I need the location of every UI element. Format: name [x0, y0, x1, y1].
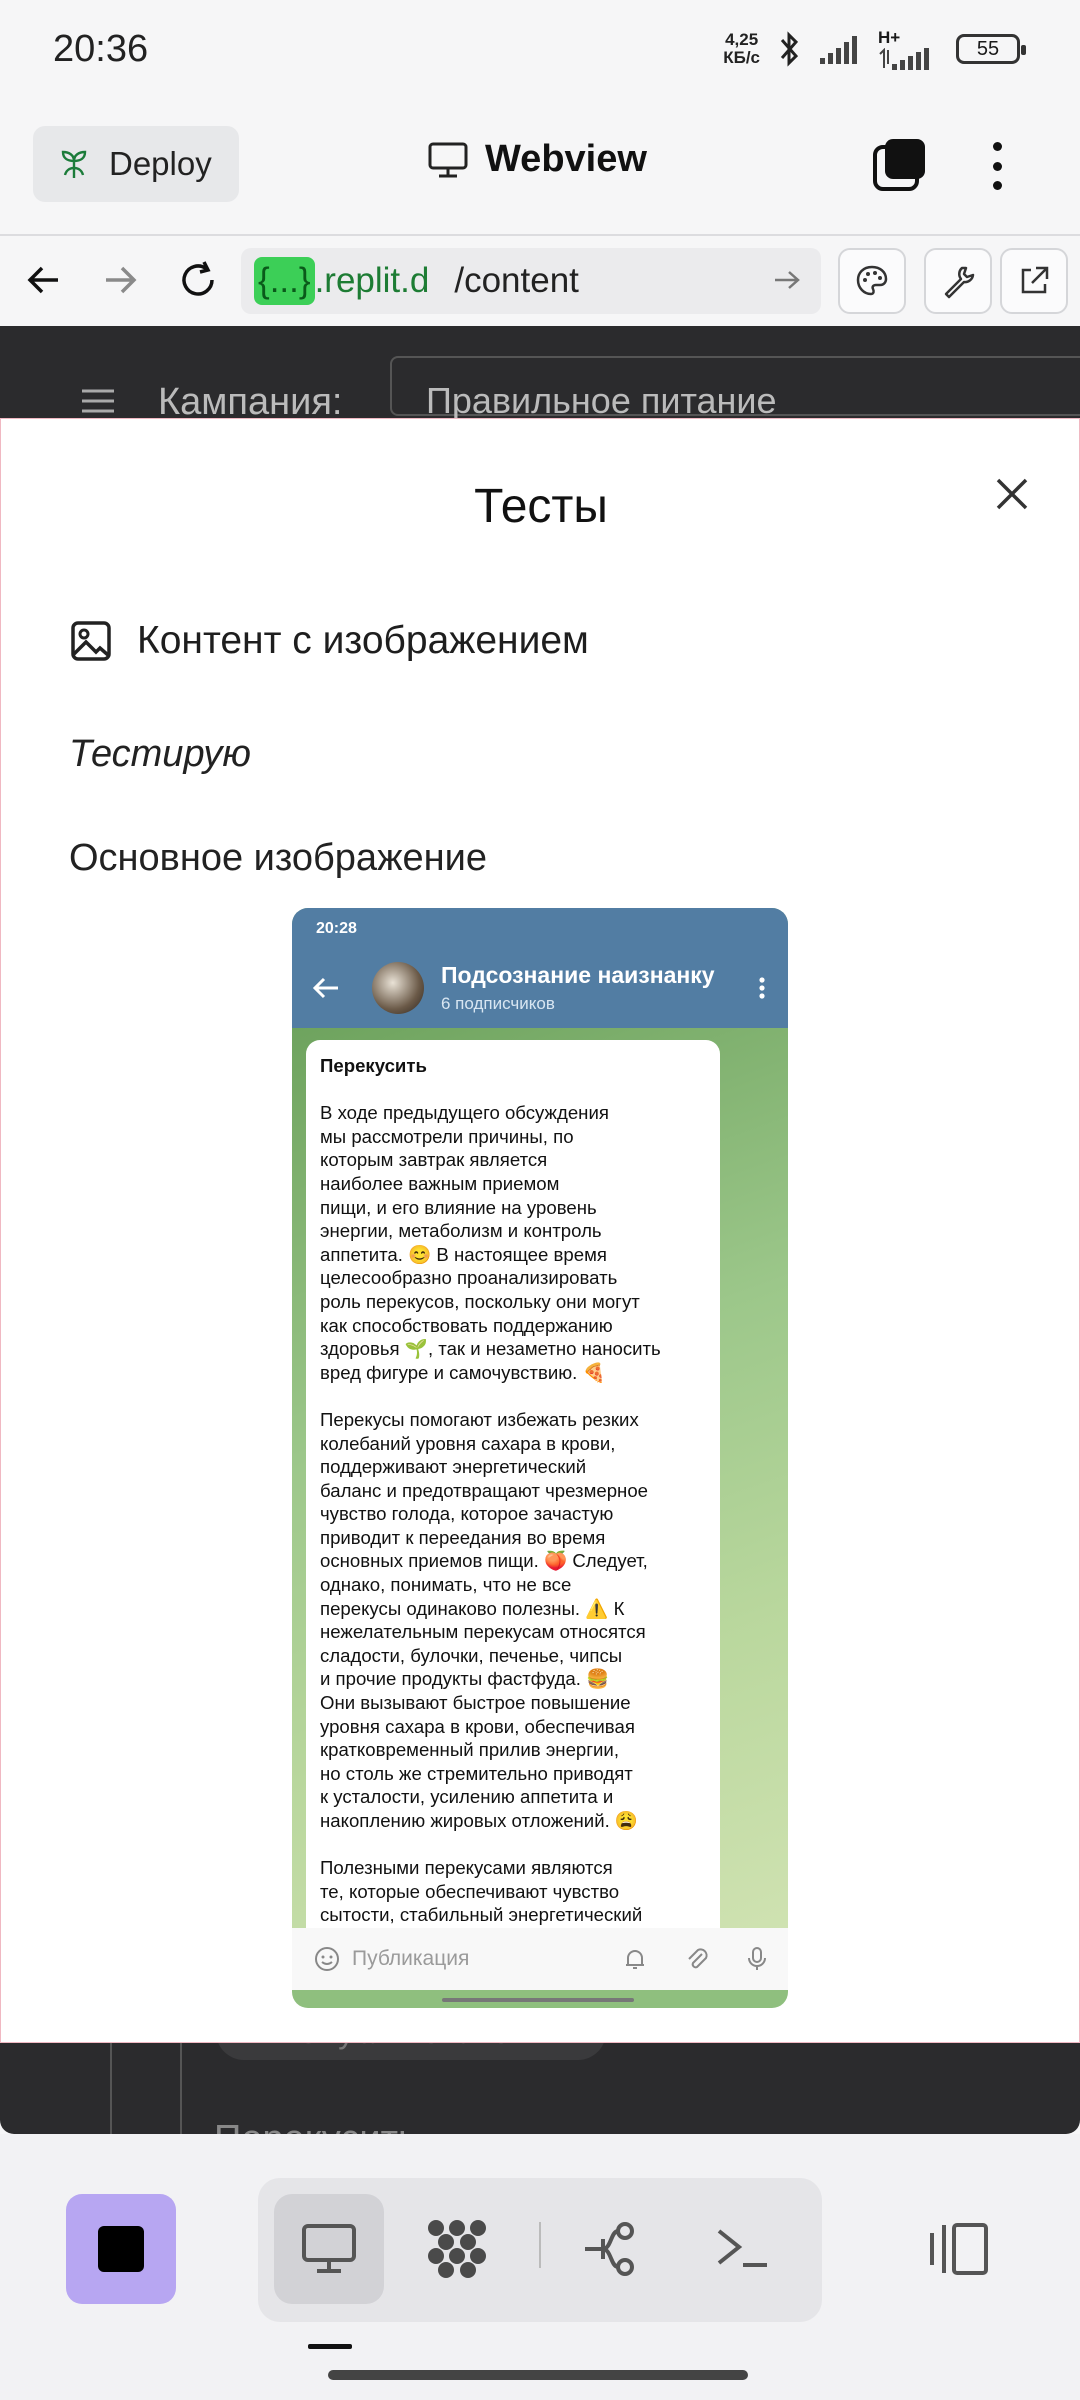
preview-status-bar: 20:28 [292, 908, 788, 948]
webview-tab[interactable] [294, 2214, 364, 2284]
tab-separator [539, 2222, 541, 2268]
channel-name: Подсознание наизнанку [441, 962, 715, 988]
main-image-preview: 20:28 Подсознание наизнанку 6 подписчико… [292, 908, 788, 2008]
close-icon[interactable] [987, 469, 1037, 519]
wrench-icon [944, 266, 975, 299]
devtools-button[interactable] [924, 248, 992, 314]
external-link-icon [1021, 266, 1049, 294]
preview-input-placeholder: Публикация [352, 1947, 470, 1970]
active-indicator [308, 2344, 352, 2349]
smile-icon [315, 1947, 339, 1971]
webview-title: Webview [427, 138, 647, 181]
preview-input-bar: Публикация [292, 1928, 788, 1990]
main-image-label: Основное изображение [69, 837, 487, 879]
signal-icon-2 [879, 48, 929, 70]
arrow-left-icon [27, 266, 58, 294]
header-divider [0, 234, 1080, 236]
test-status-text: Тестирую [69, 733, 251, 775]
battery-level: 55 [976, 37, 1000, 60]
post-title: Перекусить [320, 1055, 427, 1076]
stop-icon [98, 2226, 144, 2272]
preview-time: 20:28 [316, 920, 357, 937]
tabs-icon[interactable] [872, 138, 926, 192]
reload-button[interactable] [168, 250, 228, 310]
battery-indicator: 55 [956, 34, 1026, 64]
deploy-icon [61, 150, 87, 178]
bell-icon [626, 1950, 644, 1969]
open-external-button[interactable] [1000, 248, 1068, 314]
post-paragraph-1: В ходе предыдущего обсуждения мы рассмот… [320, 1102, 661, 1383]
background-post-title: Перекусить [214, 2118, 418, 2134]
content-type-label: Контент с изображением [137, 619, 589, 662]
signal-icon [820, 36, 857, 64]
layout-toggle-button[interactable] [924, 2214, 994, 2284]
bluetooth-icon [780, 31, 799, 67]
more-menu-icon[interactable] [985, 138, 1009, 194]
attach-icon [688, 1948, 708, 1969]
branch-icon [585, 2222, 634, 2276]
channel-subscribers: 6 подписчиков [441, 994, 555, 1013]
url-path: /content [454, 261, 579, 300]
background-divider [110, 2036, 112, 2134]
url-badge: {...} [254, 257, 315, 305]
mic-icon [748, 1947, 766, 1970]
preview-more-icon [759, 977, 765, 999]
image-icon [71, 621, 111, 661]
speed-value: 4,25 [725, 30, 759, 49]
url-field[interactable]: {...} .replit.d /content [241, 248, 821, 314]
channel-avatar [372, 962, 424, 1014]
theme-button[interactable] [838, 248, 906, 314]
back-button[interactable] [14, 250, 74, 310]
reload-icon [182, 261, 214, 296]
post-paragraph-2: Перекусы помогают избежать резких колеба… [320, 1408, 648, 1831]
message-bubble: Перекусить В ходе предыдущего обсуждения… [306, 1040, 720, 1940]
tool-switcher [258, 2178, 822, 2322]
deploy-label: Deploy [109, 145, 212, 182]
hamburger-icon [82, 389, 114, 413]
speed-unit: КБ/с [723, 48, 760, 67]
shell-tab[interactable] [708, 2214, 778, 2284]
go-arrow-icon[interactable] [769, 262, 805, 298]
modal-title: Тесты [474, 480, 608, 533]
preview-back-icon [312, 977, 338, 999]
git-tab[interactable] [578, 2214, 648, 2284]
campaign-value: Правильное питание [426, 380, 777, 421]
network-speed: 4,25 КБ/с [723, 31, 760, 67]
page-title: Webview [485, 138, 647, 180]
stop-button[interactable] [66, 2194, 176, 2304]
palette-icon [856, 265, 888, 296]
monitor-icon [302, 2224, 356, 2273]
deploy-button[interactable]: Deploy [33, 126, 239, 202]
forward-button[interactable] [90, 250, 150, 310]
monitor-icon [428, 142, 468, 177]
campaign-select: Правильное питание [390, 356, 1080, 421]
panel-layout-icon [930, 2223, 988, 2275]
status-time: 20:36 [53, 28, 149, 70]
terminal-icon [717, 2229, 767, 2267]
network-type: H+ [878, 28, 901, 47]
url-host: .replit.d [314, 261, 430, 300]
grid-dots-icon [428, 2220, 486, 2278]
files-tab[interactable] [422, 2214, 492, 2284]
post-paragraph-3: Полезными перекусами являются те, которы… [320, 1857, 643, 1926]
content-type-row: Контент с изображением [69, 619, 589, 663]
arrow-right-icon [106, 266, 137, 294]
preview-home-indicator [442, 1998, 634, 2002]
home-indicator [328, 2370, 748, 2380]
preview-channel-header: Подсознание наизнанку 6 подписчиков [292, 948, 788, 1028]
status-bar: 20:36 4,25 КБ/с H+ 55 [0, 0, 1080, 100]
bottom-toolbar [0, 2134, 1080, 2400]
